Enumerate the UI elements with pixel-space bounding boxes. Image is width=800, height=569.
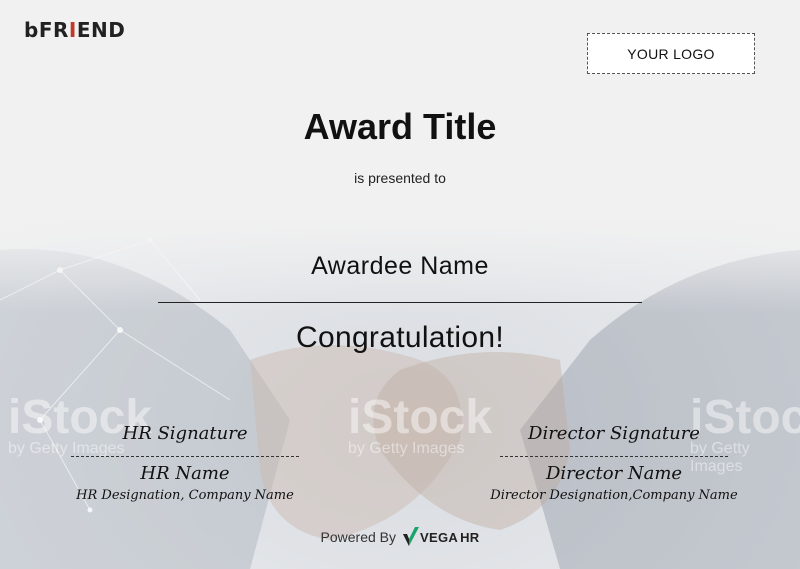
hr-signature: HR Signature	[122, 423, 248, 444]
award-title: Award Title	[303, 106, 497, 147]
director-name: Director Name	[545, 463, 683, 484]
logo-placeholder-label: YOUR LOGO	[627, 45, 715, 62]
brand-name-a: FR	[38, 18, 69, 42]
hr-signature-line	[71, 456, 299, 457]
brand-name-i: I	[68, 18, 77, 42]
awardee-underline	[158, 302, 642, 303]
hr-designation: HR Designation, Company Name	[76, 488, 294, 503]
director-signature-block: Director Signature Director Name Directo…	[488, 422, 740, 503]
hr-signature-block: HR Signature HR Name HR Designation, Com…	[60, 422, 310, 503]
certificate: iStock by Getty Images iStock by Getty I…	[0, 0, 800, 569]
vega-check-icon	[403, 527, 420, 546]
awardee-name: Awardee Name	[311, 252, 489, 280]
director-signature: Director Signature	[528, 423, 700, 444]
vega-hr-logo: VEGA HR	[402, 526, 479, 548]
powered-by: Powered By VEGA HR	[0, 526, 800, 548]
vendor-name-a: VEGA	[420, 529, 459, 545]
powered-by-label: Powered By	[320, 529, 397, 545]
hr-name: HR Name	[140, 463, 230, 484]
logo-placeholder: YOUR LOGO	[587, 33, 755, 74]
director-signature-line	[500, 456, 728, 457]
brand-prefix: b	[24, 18, 39, 42]
director-designation: Director Designation,Company Name	[490, 488, 738, 503]
brand-logo: bFRIEND	[24, 18, 125, 42]
congratulation-text: Congratulation!	[296, 321, 504, 354]
vendor-name-b: HR	[460, 529, 480, 545]
presented-text: is presented to	[354, 170, 446, 186]
brand-name-b: END	[76, 18, 126, 42]
